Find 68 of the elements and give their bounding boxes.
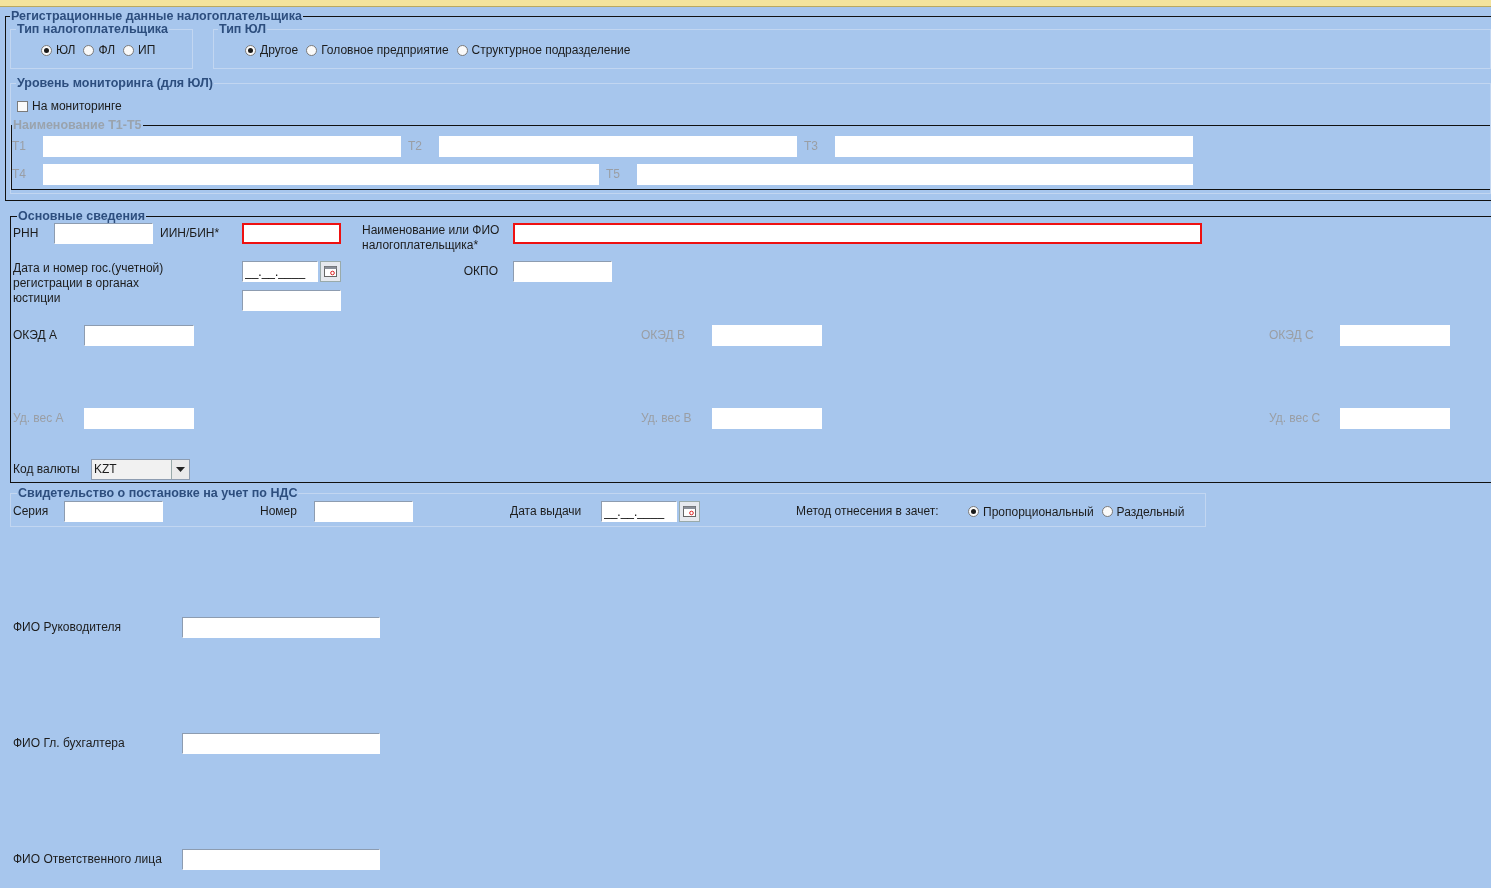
text-field[interactable] (513, 261, 612, 282)
calendar-icon (324, 266, 337, 277)
field-label: Уд. вес С (1269, 411, 1322, 426)
radio-button[interactable]: Структурное подразделение (456, 43, 631, 57)
field-label: Уд. вес В (641, 411, 693, 426)
field-label: РНН (13, 226, 40, 241)
text-field[interactable] (54, 223, 153, 244)
field-label: Т2 (408, 139, 423, 154)
field-label: ФИО Ответственного лица (13, 852, 163, 867)
radio-button[interactable]: ЮЛ (41, 43, 76, 57)
field-label: ОКЭД С (1269, 328, 1315, 343)
text-field[interactable] (182, 849, 380, 870)
text-field[interactable] (182, 617, 380, 638)
group-title: Основные сведения (17, 210, 147, 223)
group-title: Наименование Т1-Т5 (12, 119, 143, 132)
radio-icon[interactable] (245, 44, 256, 56)
field-label: Код валюты (13, 462, 81, 477)
radio-icon[interactable] (1101, 506, 1113, 517)
field-label: Т4 (12, 167, 27, 182)
calendar-button[interactable] (320, 261, 341, 282)
field-label: ОКЭД А (13, 328, 58, 343)
field-label: Серия (13, 504, 50, 519)
text-field[interactable] (182, 733, 380, 754)
field-label: Номер (260, 504, 298, 519)
text-field[interactable] (84, 325, 194, 346)
date-field[interactable]: __.__.____ (601, 501, 677, 522)
field-label: Т1 (12, 139, 27, 154)
field-label: Дата и номер гос.(учетной) регистрации в органах юстиции (13, 261, 165, 306)
radio-icon[interactable] (41, 44, 52, 56)
radio-button[interactable]: Другое (245, 43, 299, 57)
group-title: Тип налогоплательщика (17, 23, 169, 36)
radio-icon[interactable] (456, 44, 468, 56)
field-label: ФИО Гл. бухгалтера (13, 736, 126, 751)
caret-icon (176, 467, 185, 472)
radio-button[interactable]: Головное предприятие (306, 43, 449, 57)
group-title: Тип ЮЛ (219, 23, 267, 36)
field-label: Наименование или ФИО налогоплательщика* (362, 223, 501, 253)
field-label: ОКЭД В (641, 328, 686, 343)
field-label: Т3 (804, 139, 819, 154)
radio-icon[interactable] (123, 44, 135, 56)
radio-button[interactable]: ИП (123, 43, 156, 57)
radio-button[interactable]: ФЛ (83, 43, 116, 57)
field-label: Уд. вес А (13, 411, 65, 426)
date-field[interactable]: __.__.____ (242, 261, 318, 282)
radio-icon[interactable] (83, 44, 95, 56)
text-field[interactable] (513, 223, 1202, 244)
calendar-icon (683, 506, 696, 517)
field-label: Дата выдачи (510, 504, 583, 519)
field-label: Т5 (606, 167, 621, 182)
text-field[interactable] (64, 501, 163, 522)
text-field[interactable] (314, 501, 413, 522)
currency-dropdown[interactable]: KZT (91, 459, 190, 480)
group-title: Регистрационные данные налогоплательщика (10, 10, 303, 23)
radio-button[interactable]: Пропорциональный (968, 504, 1094, 519)
checkbox[interactable]: На мониторинге (17, 99, 122, 113)
radio-button[interactable]: Раздельный (1101, 504, 1185, 519)
field-label: ИИН/БИН* (160, 226, 221, 241)
text-field[interactable] (242, 223, 341, 244)
field-label: Метод отнесения в зачет: (796, 504, 940, 519)
field-label: ФИО Руководителя (13, 620, 122, 635)
radio-icon[interactable] (306, 44, 318, 56)
calendar-button[interactable] (679, 501, 700, 522)
radio-icon[interactable] (968, 506, 979, 517)
group-title: Свидетельство о постановке на учет по НДС (17, 487, 299, 500)
group-title: Уровень мониторинга (для ЮЛ) (16, 77, 214, 90)
dropdown-button[interactable] (171, 460, 189, 479)
field-label: ОКПО (462, 264, 499, 279)
text-field[interactable] (242, 290, 341, 311)
